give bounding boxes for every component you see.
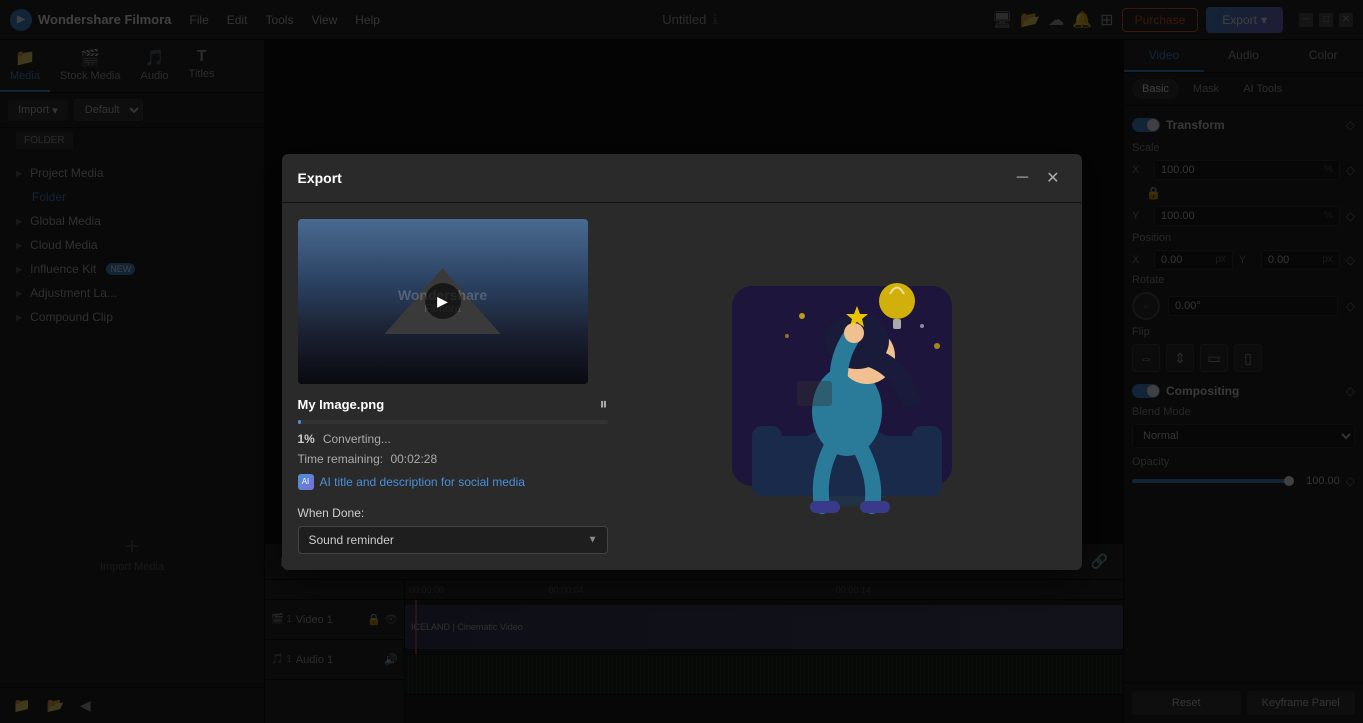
modal-close-button[interactable]: ✕: [1040, 166, 1065, 190]
modal-body: Wondershare Filmora ▶ My Image.png ⏸: [282, 203, 1082, 570]
ai-icon: AI: [298, 474, 314, 490]
export-modal: Export ─ ✕ Wondershare Filmora ▶: [282, 154, 1082, 570]
modal-header-buttons: ─ ✕: [1011, 166, 1066, 190]
time-remaining-label: Time remaining:: [298, 452, 384, 466]
export-thumbnail: Wondershare Filmora ▶: [298, 219, 588, 384]
when-done-select[interactable]: Sound reminderShut downDo nothing: [298, 526, 608, 554]
progress-status-row: 1% Converting...: [298, 432, 608, 446]
export-illustration: [702, 226, 992, 546]
file-name-text: My Image.png: [298, 397, 385, 412]
when-done-label: When Done:: [298, 506, 608, 520]
modal-right: [628, 219, 1066, 554]
time-remaining-row: Time remaining: 00:02:28: [298, 452, 608, 466]
progress-fill: [298, 420, 301, 424]
time-remaining-value: 00:02:28: [390, 452, 437, 466]
progress-status-text: Converting...: [323, 432, 391, 446]
progress-section: My Image.png ⏸ 1% Converting... Time rem…: [298, 396, 608, 554]
ai-link[interactable]: AI AI title and description for social m…: [298, 474, 608, 490]
modal-left: Wondershare Filmora ▶ My Image.png ⏸: [298, 219, 608, 554]
thumb-play-button[interactable]: ▶: [425, 283, 461, 319]
progress-pct: 1%: [298, 432, 315, 446]
modal-header: Export ─ ✕: [282, 154, 1082, 203]
modal-minimize-button[interactable]: ─: [1011, 166, 1034, 190]
progress-bar: [298, 420, 608, 424]
modal-overlay: Export ─ ✕ Wondershare Filmora ▶: [0, 0, 1363, 723]
pause-button[interactable]: ⏸: [599, 396, 607, 414]
file-name-row: My Image.png ⏸: [298, 396, 608, 414]
modal-title: Export: [298, 170, 342, 186]
when-done-select-wrapper: Sound reminderShut downDo nothing: [298, 526, 608, 554]
ai-link-text: AI title and description for social medi…: [320, 475, 525, 489]
